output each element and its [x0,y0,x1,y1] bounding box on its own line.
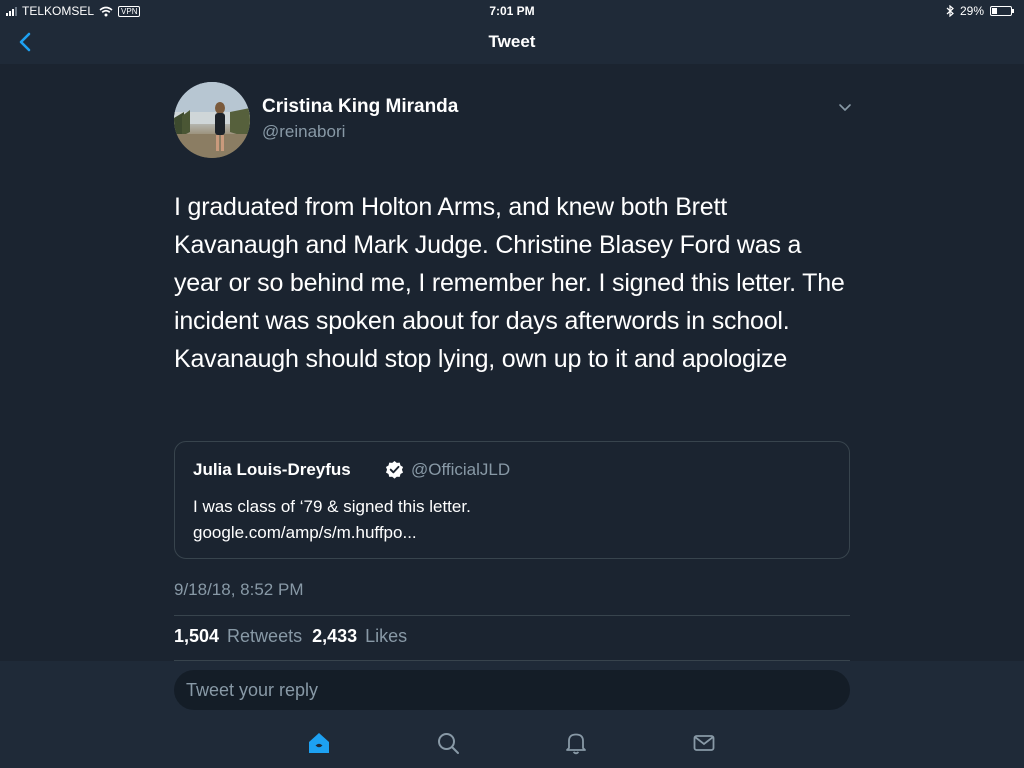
quoted-author-handle: @OfficialJLD [411,460,511,479]
retweets-label[interactable]: Retweets [227,626,302,647]
messages-envelope-icon[interactable] [691,730,717,756]
author-name[interactable]: Cristina King Miranda [262,96,458,118]
home-icon[interactable] [306,730,332,756]
search-icon[interactable] [435,730,461,756]
status-right: 29% [946,4,1014,18]
status-time: 7:01 PM [489,4,535,18]
likes-label[interactable]: Likes [365,626,407,647]
top-bar: TELKOMSEL VPN 7:01 PM 29% Tweet [0,0,1024,64]
quoted-tweet[interactable]: Julia Louis-Dreyfus @OfficialJLD I was c… [174,441,850,559]
battery-percent: 29% [959,4,984,18]
status-bar: TELKOMSEL VPN 7:01 PM 29% [0,0,1024,22]
quoted-text: I was class of ‘79 & signed this letter.… [193,494,471,546]
tweet-stats: 1,504 Retweets 2,433 Likes [174,626,409,647]
author-handle[interactable]: @reinabori [262,122,345,142]
notifications-bell-icon[interactable] [563,730,589,756]
verified-badge-icon [385,460,404,479]
quoted-link[interactable]: google.com/amp/s/m.huffpo... [193,520,471,546]
avatar-photo [174,82,250,158]
avatar[interactable] [174,82,250,158]
retweets-count[interactable]: 1,504 [174,626,219,647]
page-title: Tweet [488,32,536,51]
bluetooth-icon [946,5,954,17]
reply-input[interactable] [174,670,850,710]
quoted-text-line: I was class of ‘79 & signed this letter. [193,497,471,516]
battery-fill [992,8,997,14]
likes-count[interactable]: 2,433 [312,626,357,647]
tweet-detail-screen: TELKOMSEL VPN 7:01 PM 29% Tweet Cristina… [0,0,1024,768]
divider [174,615,850,616]
chevron-down-icon[interactable] [836,100,854,114]
tweet-text: I graduated from Holton Arms, and knew b… [174,193,845,373]
battery-icon [990,6,1014,16]
tweet-timestamp: 9/18/18, 8:52 PM [174,580,304,599]
quoted-author-name: Julia Louis-Dreyfus [193,460,351,479]
